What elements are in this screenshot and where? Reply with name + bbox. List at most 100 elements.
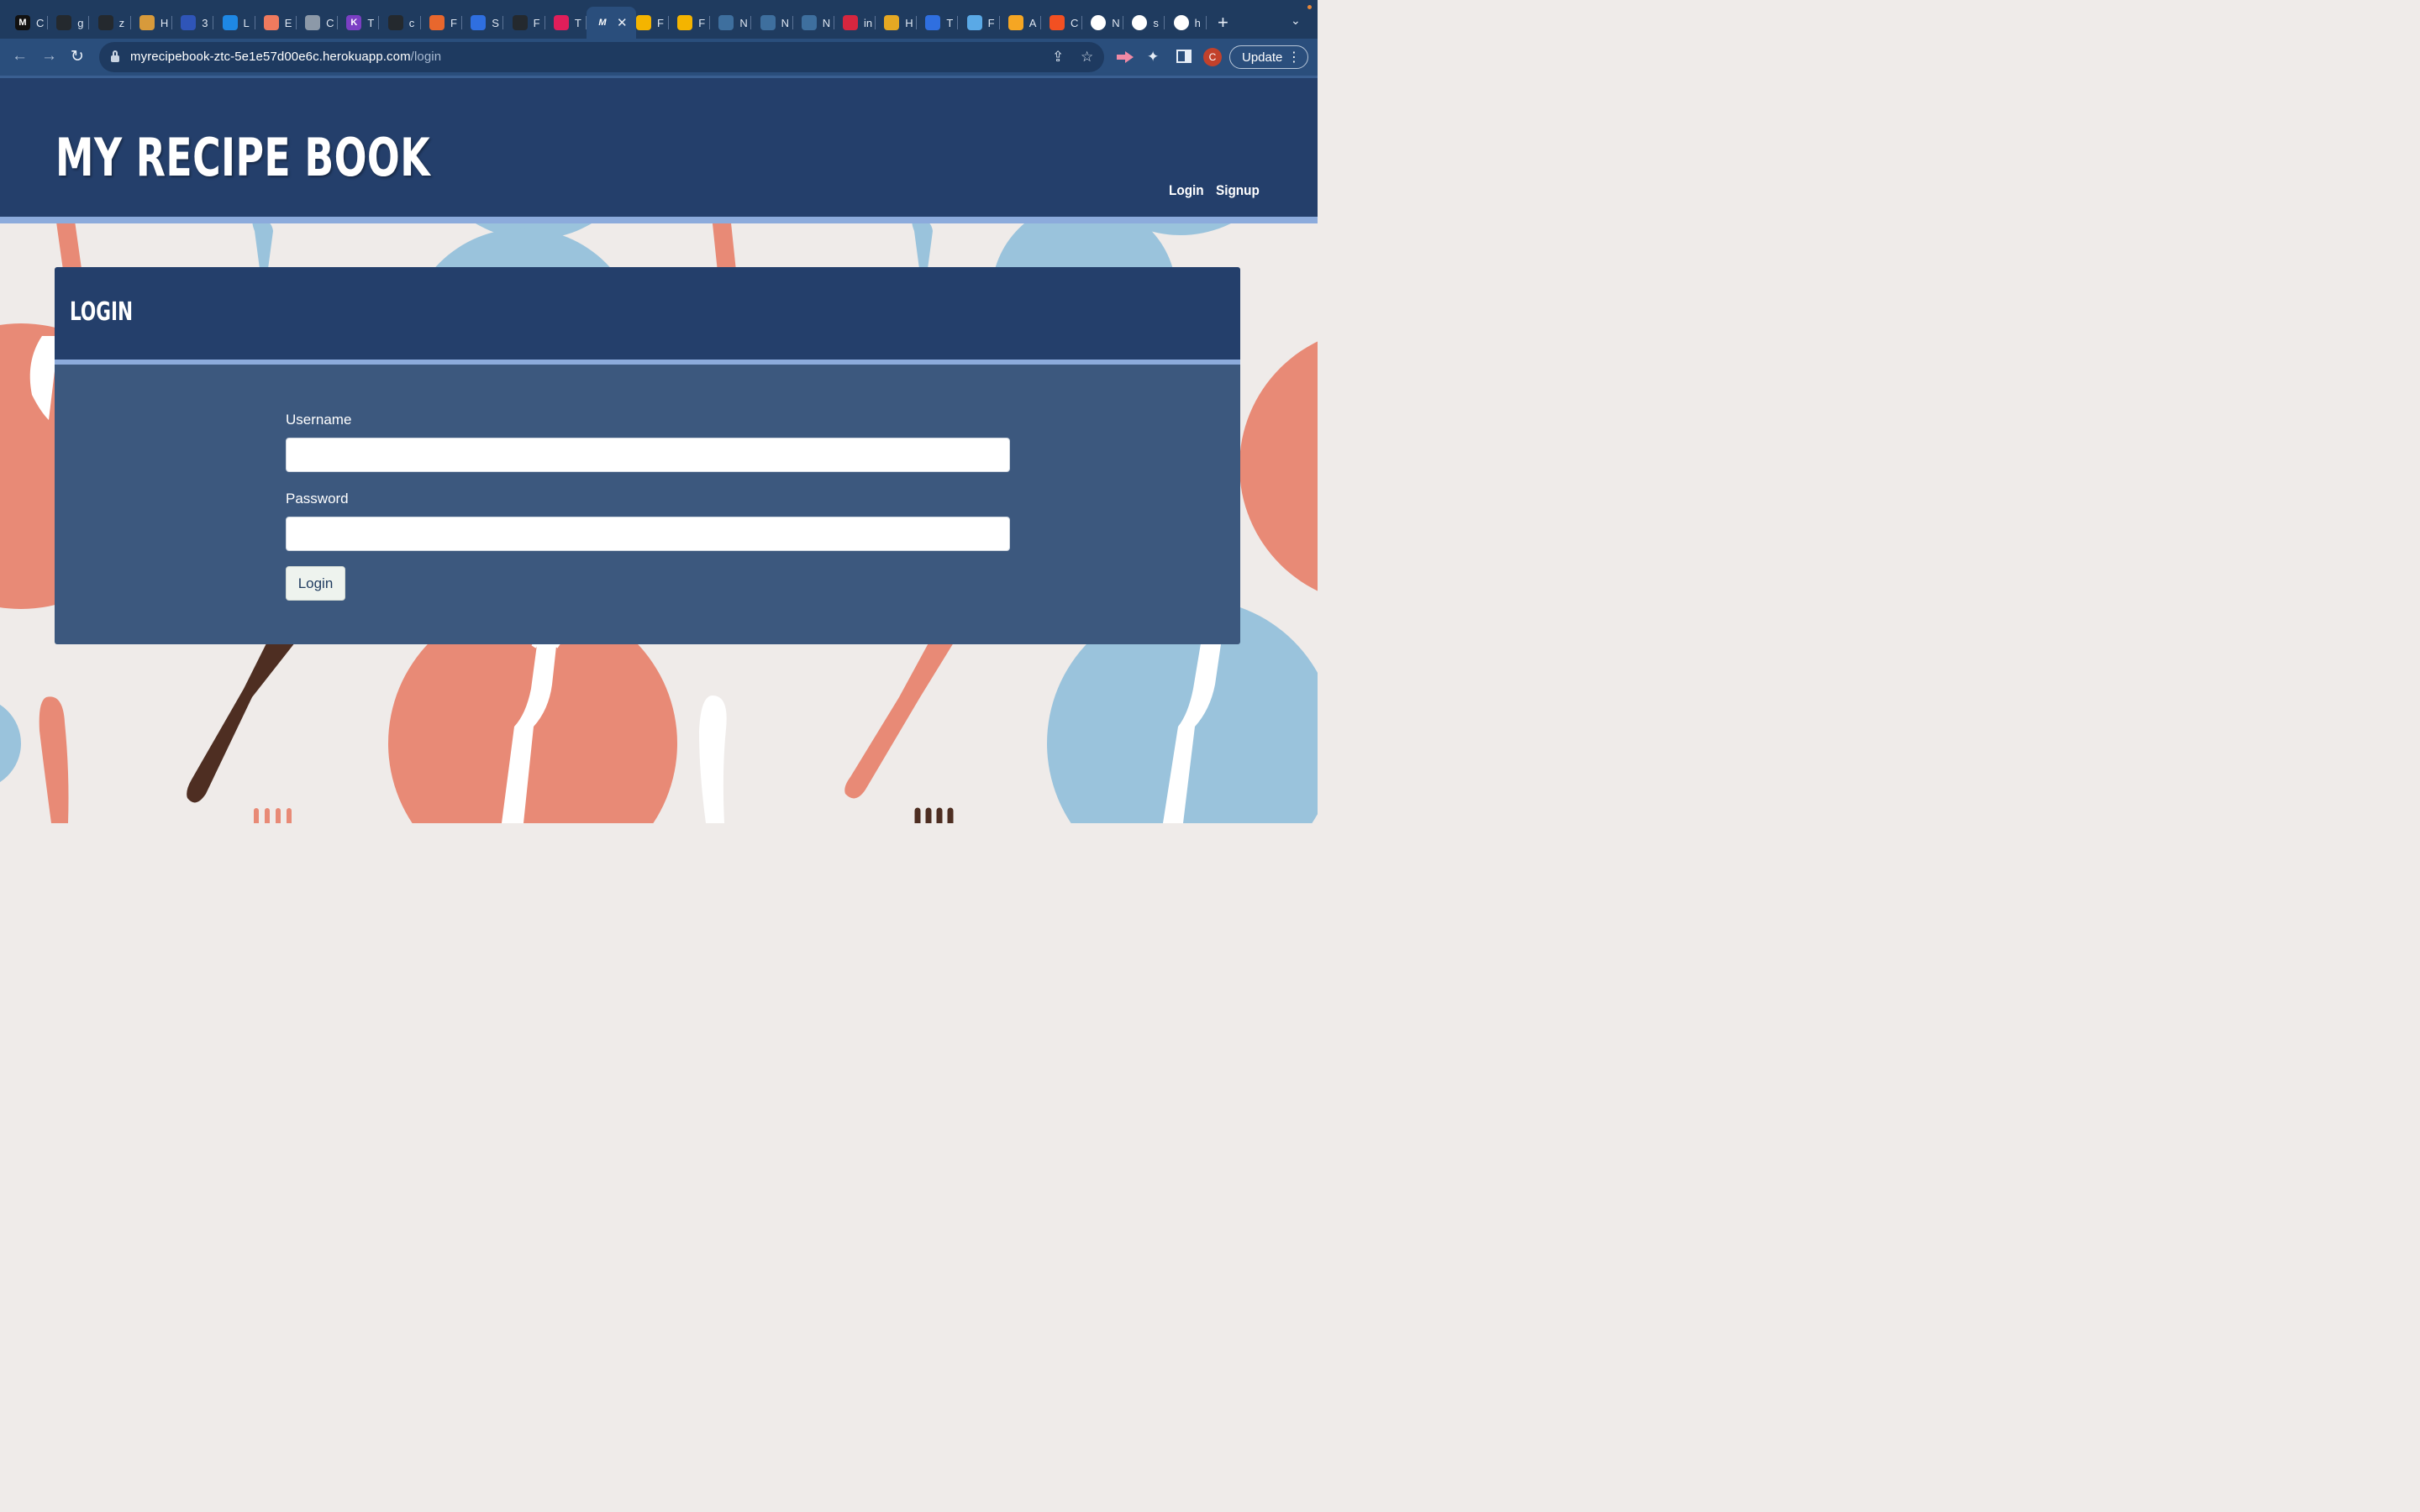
password-label: Password [286,491,349,507]
browser-tab[interactable]: N [801,8,834,37]
tab-separator [916,16,918,29]
tab-title: E [284,16,292,29]
q-icon [471,15,487,30]
notification-dot [1307,5,1312,9]
tab-separator [1164,16,1165,29]
browser-tab[interactable]: s [1132,8,1165,37]
tab-separator [544,16,545,29]
url-text[interactable]: myrecipebook-ztc-5e1e57d00e6c.herokuapp.… [130,50,441,64]
password-input[interactable] [286,517,1010,551]
tab-search-icon[interactable]: ⌄ [1291,13,1301,28]
browser-tab[interactable]: H [884,8,918,37]
login-submit-button[interactable]: Login [286,566,345,601]
tab-favicon: K [346,15,362,30]
tab-separator [1039,16,1041,29]
bookmark-star-icon[interactable]: ☆ [1081,49,1093,66]
nav-login-link[interactable]: Login [1169,182,1204,199]
tab-separator [171,16,172,29]
browser-tab[interactable]: c [387,8,421,37]
slack-icon [553,15,569,30]
tab-title: S [492,16,499,29]
tab-title: z [118,16,125,29]
tab-separator [502,16,504,29]
tab-title: L [243,16,250,29]
site-title[interactable]: MY RECIPE BOOK [55,132,430,184]
reload-icon[interactable]: ↻ [71,47,84,66]
fs-icon [884,15,900,30]
browser-tab[interactable]: g [56,8,90,37]
recipe-book-favicon: M [598,18,607,28]
browser-tab[interactable]: KT [346,8,380,37]
tab-title: H [160,16,169,29]
tab-separator [668,16,669,29]
google-icon [1132,15,1148,30]
browser-tab[interactable]: N [718,8,752,37]
nav-signup-link[interactable]: Signup [1216,182,1260,199]
close-tab-icon[interactable]: ✕ [617,15,628,30]
browser-tab[interactable]: L [222,8,255,37]
browser-tab[interactable]: F [429,8,462,37]
update-button[interactable]: Update ⋮ [1229,45,1308,69]
puzzle-extensions-icon[interactable]: ✦ [1147,49,1159,66]
browser-tab[interactable]: F [636,8,669,37]
side-panel-icon[interactable] [1176,50,1192,63]
tab-separator [750,16,752,29]
menu-kebab-icon[interactable]: ⋮ [1287,49,1301,66]
tab-separator [709,16,711,29]
login-form: Username Password Login [55,365,1240,644]
profile-avatar[interactable]: C [1203,48,1222,66]
line-icon [222,15,238,30]
slides-icon [636,15,651,30]
leaf-icon [801,15,817,30]
cup-icon [139,15,155,30]
forward-arrow-icon[interactable]: → [41,47,57,66]
browser-tab[interactable]: E [263,8,297,37]
username-label: Username [286,412,352,428]
tab-separator [875,16,876,29]
back-arrow-icon[interactable]: ← [12,47,28,66]
tab-separator [461,16,462,29]
browser-tab[interactable]: 3 [181,8,214,37]
tab-favicon: M [15,15,30,30]
tab-title: N [1112,16,1120,29]
github-icon [512,15,528,30]
username-input[interactable] [286,438,1010,472]
q-icon [925,15,941,30]
browser-tab[interactable]: T [553,8,587,37]
tab-active[interactable]: M M ✕ [587,7,636,39]
tab-title: F [987,16,995,29]
browser-tab[interactable]: N [1091,8,1124,37]
header-accent-stripe [0,217,1318,223]
browser-tab[interactable]: h [1173,8,1207,37]
tab-separator [88,16,90,29]
tab-title: T [946,16,954,29]
tab-title: N [739,16,748,29]
tab-title: C [1071,16,1079,29]
extension-arrow-icon[interactable] [1116,50,1134,64]
browser-tab[interactable]: T [925,8,959,37]
leaf-icon [760,15,776,30]
share-icon[interactable]: ⇪ [1052,49,1064,66]
site-header: MY RECIPE BOOK Login Signup [0,78,1318,217]
browser-tab[interactable]: MC [15,8,48,37]
b3-icon [429,15,445,30]
browser-tab[interactable]: in [843,8,876,37]
browser-tab[interactable]: F [677,8,711,37]
browser-tab[interactable]: N [760,8,793,37]
browser-tab[interactable]: S [471,8,504,37]
login-card-header: LOGIN [55,267,1240,360]
tab-title: F [657,16,664,29]
update-label: Update [1242,50,1283,65]
github-icon [56,15,72,30]
browser-tab[interactable]: H [139,8,172,37]
browser-tab[interactable]: A [1007,8,1041,37]
browser-tab[interactable]: C [305,8,339,37]
browser-tab[interactable]: F [512,8,545,37]
browser-tab[interactable]: F [966,8,1000,37]
browser-tab[interactable]: C [1050,8,1082,37]
new-tab-button[interactable]: + [1218,12,1228,34]
chrome-icon [1091,15,1107,30]
tab-title: A [1028,16,1037,29]
address-bar[interactable]: myrecipebook-ztc-5e1e57d00e6c.herokuapp.… [99,42,1104,72]
browser-tab[interactable]: z [97,8,131,37]
